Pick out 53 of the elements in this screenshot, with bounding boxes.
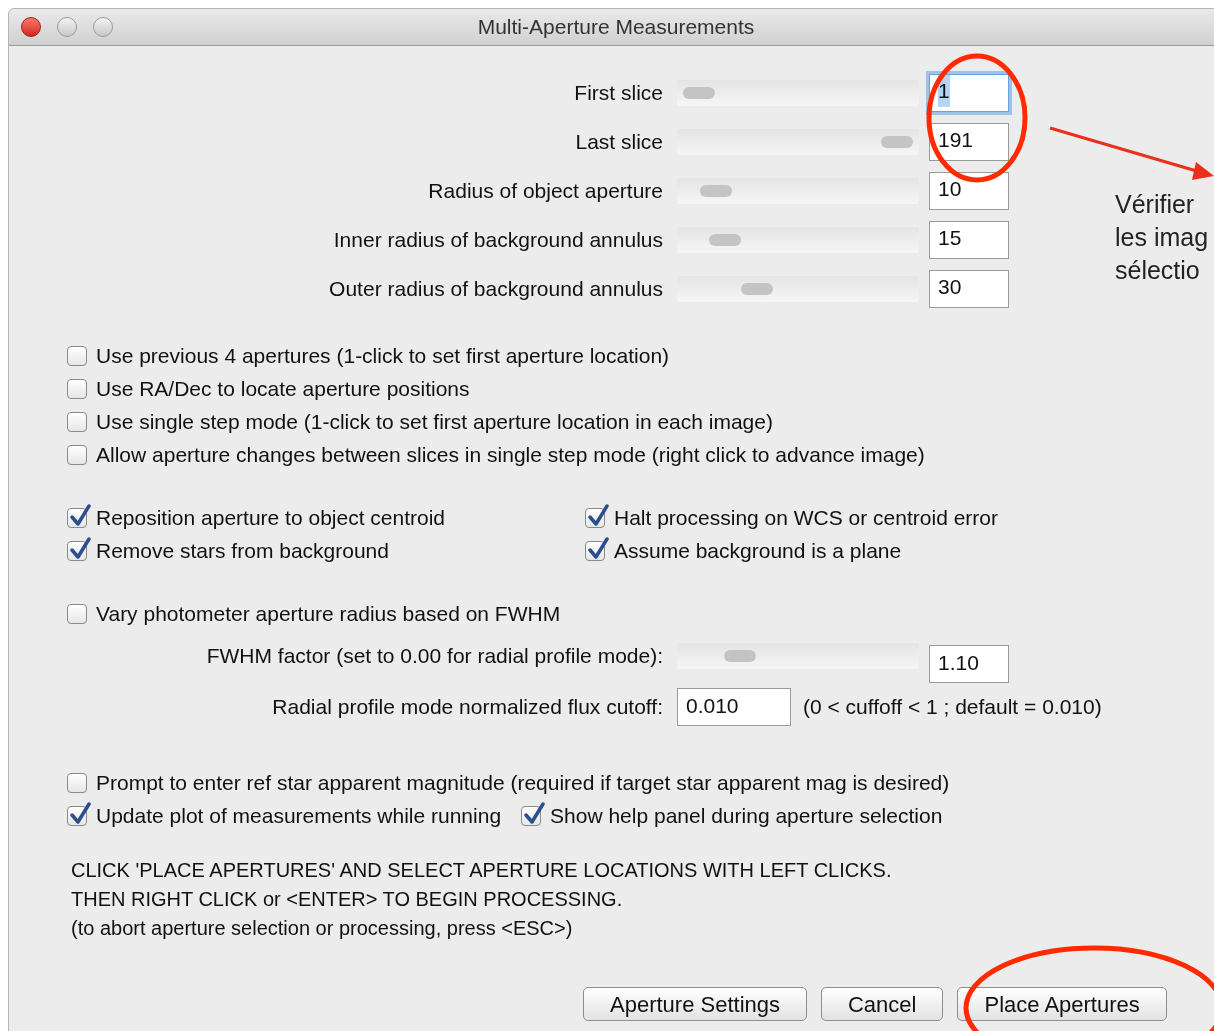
number-field[interactable]: 1.10 [929,645,1009,683]
checkbox[interactable] [521,805,542,826]
window-title: Multi-Aperture Measurements [477,15,755,39]
slider-thumb[interactable] [699,184,732,197]
instruction-text: CLICK 'PLACE APERTURES' AND SELECT APERTURE LOCATIONS WITH LEFT CLICKS. [71,858,893,883]
slider-label: Outer radius of background annulus [329,275,663,302]
annotation-text: Vérifier [1115,189,1196,220]
checkbox-label: Prompt to enter ref star apparent magnitude (required if target star apparent mag is desired) [96,769,950,796]
checkbox-label: Vary photometer aperture radius based on FWHM [96,600,561,627]
slider-thumb[interactable] [723,650,756,662]
slider-label: Inner radius of background annulus [333,226,663,253]
instruction-text: (to abort aperture selection or processing, press <ESC>) [71,916,574,941]
annotation-text: les imag [1115,222,1209,253]
number-field[interactable]: 1 [929,73,1009,112]
range-hint: (0 < cuffoff < 1 ; default = 0.010) [803,694,1102,721]
checkbox[interactable] [67,444,87,465]
checkbox-label: Use previous 4 apertures (1-click to set first aperture location) [96,342,670,369]
checkbox[interactable] [67,345,87,366]
number-field[interactable]: 191 [929,122,1009,161]
number-field[interactable]: 10 [929,171,1009,210]
minimize-button[interactable] [57,17,77,37]
slider-label: FWHM factor (set to 0.00 for radial profile mode): [206,643,663,670]
checkbox-label: Assume background is a plane [614,537,902,564]
checkbox[interactable] [67,378,87,399]
slider-label: Radius of object aperture [428,177,663,204]
checkbox[interactable] [67,411,87,432]
slider-label: First slice [574,79,663,106]
checkbox-label: Halt processing on WCS or centroid error [614,504,998,531]
slider-thumb[interactable] [740,282,773,295]
checkbox-label: Use RA/Dec to locate aperture positions [96,375,470,402]
checkbox-label: Use single step mode (1-click to set first aperture location in each image) [96,408,773,435]
instruction-text: THEN RIGHT CLICK or <ENTER> TO BEGIN PROCESSING. [71,887,624,912]
checkbox[interactable] [67,603,87,624]
number-field[interactable]: 30 [929,269,1009,308]
annotation-text: sélectio [1115,255,1201,286]
checkbox-label: Allow aperture changes between slices in single step mode (right click to advance image) [96,441,925,468]
zoom-button[interactable] [93,17,113,37]
dialog-button[interactable]: Place Apertures [957,987,1167,1021]
checkbox[interactable] [67,772,87,793]
dialog-button[interactable]: Aperture Settings [583,987,807,1021]
checkbox-label: Show help panel during aperture selection [550,802,943,829]
dialog-button[interactable]: Cancel [821,987,944,1021]
slider-thumb[interactable] [881,135,914,148]
checkbox-label: Reposition aperture to object centroid [96,504,446,531]
checkbox-label: Update plot of measurements while running [96,802,502,829]
checkbox-label: Remove stars from background [96,537,389,564]
number-field[interactable]: 0.010 [677,688,791,726]
slider-label: Last slice [575,128,663,155]
close-button[interactable] [21,17,41,37]
field-label: Radial profile mode normalized flux cutoff: [272,694,663,721]
slider-thumb[interactable] [682,86,715,99]
slider-thumb[interactable] [709,233,742,246]
number-field[interactable]: 15 [929,220,1009,259]
